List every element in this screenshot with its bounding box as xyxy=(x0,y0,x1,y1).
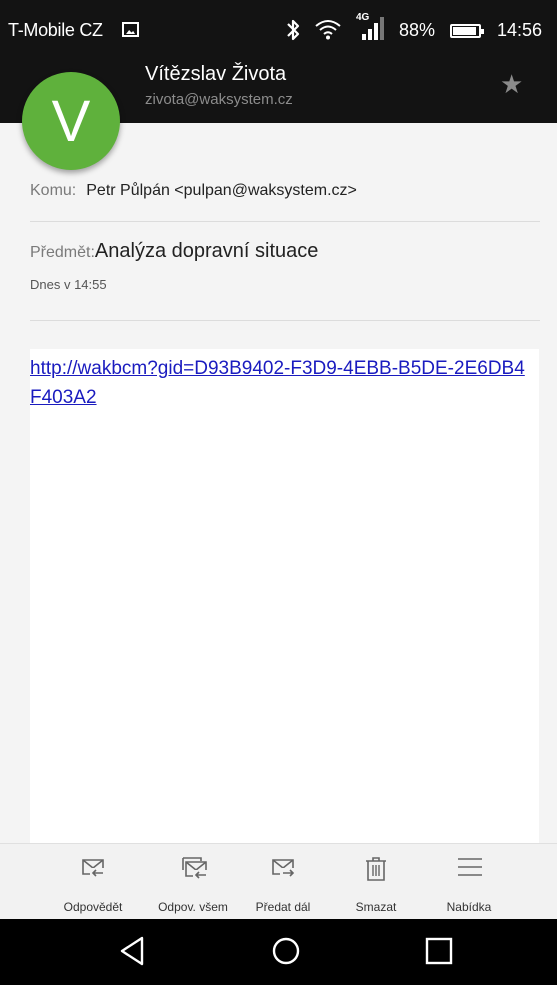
menu-icon xyxy=(458,858,482,876)
wifi-icon xyxy=(314,18,342,40)
subject-label: Předmět: xyxy=(30,244,95,261)
recipient-label: Komu: xyxy=(30,182,77,199)
subject-value: Analýza dopravní situace xyxy=(94,240,319,262)
divider xyxy=(30,320,540,321)
action-bar: Odpovědět Odpov. všem Předat dál Smazat xyxy=(0,843,557,920)
recents-icon[interactable] xyxy=(424,935,454,972)
menu-label: Nabídka xyxy=(446,900,492,914)
recipient-value[interactable]: Petr Půlpán <pulpan@waksystem.cz> xyxy=(86,182,357,199)
trash-icon xyxy=(366,857,386,881)
star-icon[interactable]: ★ xyxy=(500,70,523,98)
divider xyxy=(30,221,540,222)
message-link[interactable]: http://wakbcm?gid=D93B9402-F3D9-4EBB-B5D… xyxy=(30,354,530,412)
forward-button[interactable]: Předat dál xyxy=(238,844,328,920)
bluetooth-icon xyxy=(285,18,301,46)
back-icon[interactable] xyxy=(118,935,148,972)
delete-label: Smazat xyxy=(355,900,397,914)
subject-row: Předmět:Analýza dopravní situace xyxy=(30,240,318,263)
menu-button[interactable]: Nabídka xyxy=(424,844,514,920)
message-body: http://wakbcm?gid=D93B9402-F3D9-4EBB-B5D… xyxy=(30,349,539,843)
battery-percent: 88% xyxy=(399,20,436,40)
reply-all-icon xyxy=(182,857,209,880)
reply-button[interactable]: Odpovědět xyxy=(48,844,138,920)
avatar[interactable]: V xyxy=(22,72,120,170)
battery-icon xyxy=(450,24,484,38)
status-bar: T-Mobile CZ 4G 88% 14:56 xyxy=(0,0,557,62)
signal-icon: 4G xyxy=(356,12,392,42)
navigation-bar xyxy=(0,919,557,985)
forward-label: Předat dál xyxy=(255,900,311,914)
forward-icon xyxy=(272,859,295,878)
clock: 14:56 xyxy=(497,20,543,40)
sender-email: zivota@waksystem.cz xyxy=(145,91,293,108)
reply-all-button[interactable]: Odpov. všem xyxy=(148,844,238,920)
reply-icon xyxy=(82,859,105,878)
reply-all-label: Odpov. všem xyxy=(158,900,228,914)
gallery-icon xyxy=(122,22,139,37)
recipient-row: Komu: Petr Půlpán <pulpan@waksystem.cz> xyxy=(30,182,357,200)
delete-button[interactable]: Smazat xyxy=(331,844,421,920)
home-icon[interactable] xyxy=(270,935,302,972)
sender-name: Vítězslav Života xyxy=(145,63,287,85)
carrier-name: T-Mobile CZ xyxy=(8,20,103,40)
message-date: Dnes v 14:55 xyxy=(30,277,107,292)
reply-label: Odpovědět xyxy=(63,900,123,914)
